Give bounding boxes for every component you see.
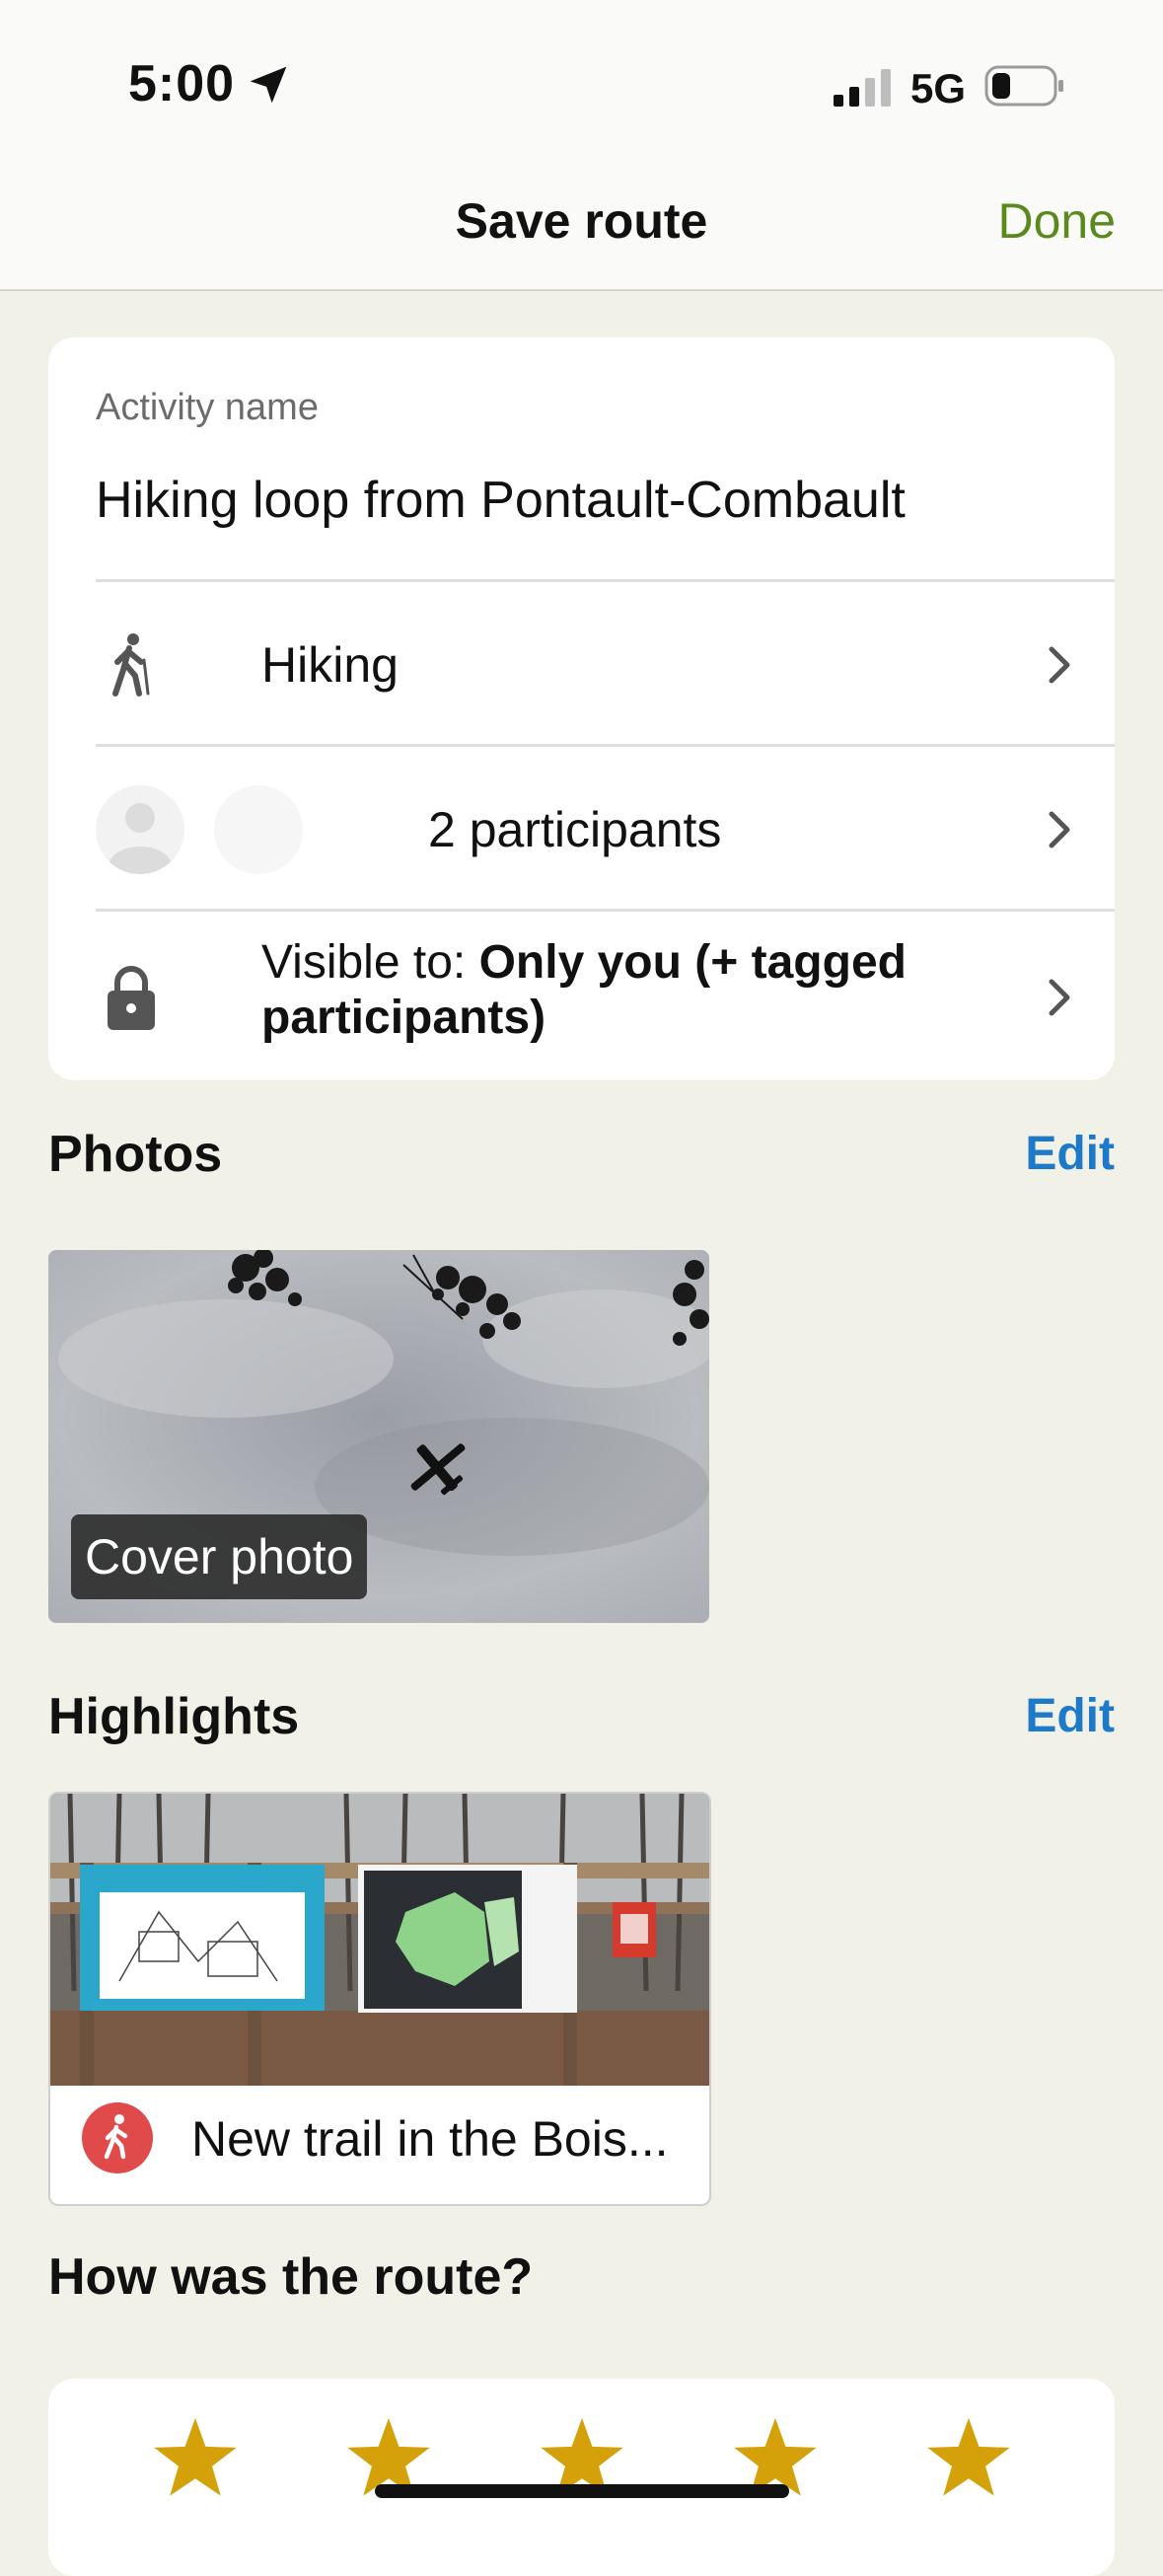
network-type: 5G (910, 65, 967, 111)
chevron-right-icon (1049, 811, 1070, 847)
home-indicator[interactable] (375, 2484, 789, 2498)
status-time: 5:00 (128, 55, 236, 112)
participants-row[interactable]: 2 participants (96, 744, 1115, 912)
activity-name-field[interactable]: Hiking loop from Pontault-Combault (96, 471, 906, 530)
visibility-row[interactable]: Visible to: Only you (+ tagged participa… (96, 909, 1115, 1083)
nav-bar: Save route Done (0, 173, 1163, 291)
avatar (96, 784, 184, 874)
hiking-highlight-icon (82, 2102, 153, 2173)
person-placeholder-icon (109, 802, 172, 874)
rating-section-title: How was the route? (48, 2248, 534, 2306)
battery-icon (984, 65, 1063, 107)
hiking-icon (112, 632, 150, 697)
photos-section-title: Photos (48, 1126, 223, 1183)
visibility-text: Visible to: Only you (+ tagged participa… (261, 935, 1011, 1046)
highlight-card[interactable]: New trail in the Bois... (48, 1792, 711, 2206)
chevron-right-icon (1049, 646, 1070, 683)
chevron-right-icon (1049, 979, 1070, 1016)
cover-photo-badge: Cover photo (71, 1514, 368, 1599)
activity-name-label: Activity name (96, 387, 319, 428)
activity-type-row[interactable]: Hiking (96, 579, 1115, 747)
walking-person-icon (104, 2114, 128, 2160)
status-bar: 5:00 5G (0, 0, 1163, 173)
lock-icon (108, 966, 155, 1030)
trail-signboard-image (50, 1794, 709, 2086)
highlights-section-title: Highlights (48, 1688, 300, 1745)
visibility-prefix: Visible to: (261, 936, 479, 989)
activity-type-label: Hiking (261, 636, 399, 693)
signal-icon (834, 69, 891, 107)
highlight-title: New trail in the Bois... (191, 2111, 669, 2167)
location-arrow-icon (250, 66, 287, 104)
activity-details-card: Activity name Hiking loop from Pontault-… (48, 337, 1115, 1080)
done-button[interactable]: Done (997, 192, 1116, 250)
participants-label: 2 participants (428, 801, 722, 857)
avatar-empty (214, 784, 303, 874)
cover-photo[interactable]: Cover photo (48, 1250, 709, 1623)
highlights-edit-button[interactable]: Edit (1025, 1689, 1115, 1743)
star-icon-1[interactable] (154, 2418, 237, 2497)
photos-edit-button[interactable]: Edit (1025, 1127, 1115, 1181)
star-icon-5[interactable] (927, 2418, 1010, 2497)
page-title: Save route (455, 193, 708, 249)
rating-card (48, 2379, 1115, 2576)
